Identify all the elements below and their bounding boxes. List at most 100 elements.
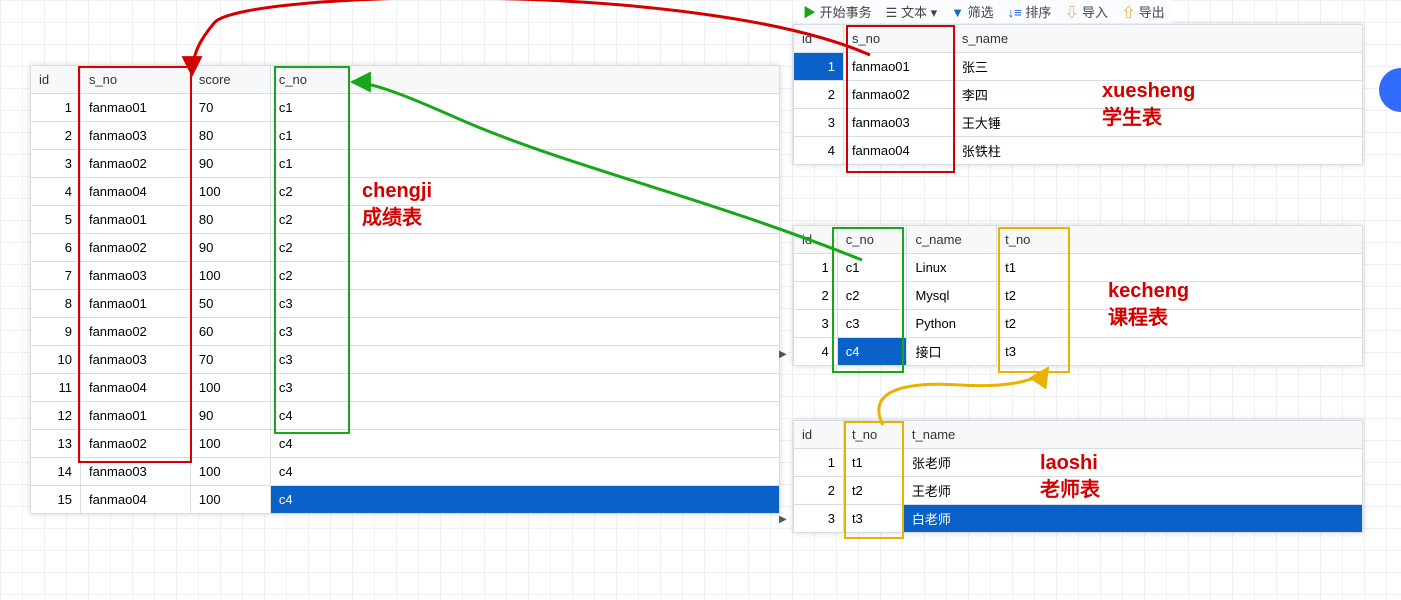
table-cell[interactable]: fanmao02 <box>80 234 190 262</box>
table-cell[interactable]: fanmao01 <box>843 53 953 81</box>
table-cell[interactable]: fanmao01 <box>80 206 190 234</box>
table-cell[interactable]: 2 <box>794 282 838 310</box>
table-cell[interactable]: 100 <box>190 430 270 458</box>
table-cell[interactable]: c2 <box>270 234 779 262</box>
table-cell[interactable]: Python <box>907 310 997 338</box>
table-cell[interactable]: 8 <box>31 290 81 318</box>
table-cell[interactable]: 3 <box>794 310 838 338</box>
table-cell[interactable]: c3 <box>270 318 779 346</box>
table-cell[interactable]: fanmao01 <box>80 94 190 122</box>
table-cell[interactable]: 10 <box>31 346 81 374</box>
table-cell[interactable]: 2 <box>31 122 81 150</box>
table-row[interactable]: 11fanmao04100c3 <box>31 374 780 402</box>
table-cell[interactable]: 15 <box>31 486 81 514</box>
table-cell[interactable]: 80 <box>190 206 270 234</box>
table-cell[interactable]: c3 <box>270 374 779 402</box>
table-cell[interactable]: fanmao03 <box>843 109 953 137</box>
table-cell[interactable]: 9 <box>31 318 81 346</box>
table-cell[interactable]: c4 <box>270 402 779 430</box>
table-cell[interactable]: 2 <box>794 81 844 109</box>
table-cell[interactable]: c2 <box>270 178 779 206</box>
column-header[interactable]: c_no <box>837 226 907 254</box>
table-cell[interactable]: Linux <box>907 254 997 282</box>
table-cell[interactable]: fanmao01 <box>80 402 190 430</box>
table-cell[interactable]: 4 <box>31 178 81 206</box>
table-cell[interactable]: t3 <box>843 505 903 533</box>
table-cell[interactable]: 王老师 <box>903 477 1362 505</box>
table-cell[interactable]: fanmao04 <box>80 178 190 206</box>
column-header[interactable]: s_name <box>953 25 1362 53</box>
column-header[interactable]: s_no <box>843 25 953 53</box>
column-header[interactable]: t_no <box>843 421 903 449</box>
table-cell[interactable]: c3 <box>270 290 779 318</box>
table-cell[interactable]: 1 <box>794 254 838 282</box>
table-cell[interactable]: 2 <box>794 477 844 505</box>
table-cell[interactable]: 5 <box>31 206 81 234</box>
table-cell[interactable]: 100 <box>190 262 270 290</box>
table-row[interactable]: 6fanmao0290c2 <box>31 234 780 262</box>
table-cell[interactable]: 11 <box>31 374 81 402</box>
table-cell[interactable]: 13 <box>31 430 81 458</box>
toolbar-export[interactable]: ⇧ 导出 <box>1122 2 1165 21</box>
table-row[interactable]: 12fanmao0190c4 <box>31 402 780 430</box>
table-cell[interactable]: 3 <box>794 505 844 533</box>
column-header[interactable]: id <box>794 25 844 53</box>
toolbar-filter[interactable]: ▼ 筛选 <box>951 2 994 21</box>
column-header[interactable]: c_no <box>270 66 779 94</box>
table-cell[interactable]: c3 <box>837 310 907 338</box>
column-header[interactable]: id <box>794 421 844 449</box>
table-row[interactable]: 1fanmao01张三 <box>794 53 1363 81</box>
table-cell[interactable]: c4 <box>837 338 907 366</box>
table-row[interactable]: 7fanmao03100c2 <box>31 262 780 290</box>
table-cell[interactable]: fanmao02 <box>843 81 953 109</box>
table-cell[interactable]: c2 <box>270 262 779 290</box>
table-cell[interactable]: c1 <box>270 94 779 122</box>
table-cell[interactable]: 张老师 <box>903 449 1362 477</box>
table-cell[interactable]: 100 <box>190 486 270 514</box>
table-row[interactable]: 1c1Linuxt1 <box>794 254 1363 282</box>
table-row[interactable]: 8fanmao0150c3 <box>31 290 780 318</box>
table-cell[interactable]: 1 <box>31 94 81 122</box>
table-cell[interactable]: 90 <box>190 402 270 430</box>
column-header[interactable]: c_name <box>907 226 997 254</box>
table-row[interactable]: 10fanmao0370c3 <box>31 346 780 374</box>
column-header[interactable]: s_no <box>80 66 190 94</box>
table-xuesheng[interactable]: ids_nos_name1fanmao01张三2fanmao02李四3fanma… <box>793 24 1363 165</box>
table-cell[interactable]: fanmao04 <box>843 137 953 165</box>
table-cell[interactable]: Mysql <box>907 282 997 310</box>
table-cell[interactable]: fanmao03 <box>80 458 190 486</box>
table-cell[interactable]: fanmao02 <box>80 318 190 346</box>
table-cell[interactable]: 3 <box>31 150 81 178</box>
table-cell[interactable]: c2 <box>270 206 779 234</box>
table-cell[interactable]: 3 <box>794 109 844 137</box>
table-cell[interactable]: t3 <box>997 338 1363 366</box>
table-cell[interactable]: c1 <box>270 150 779 178</box>
table-row[interactable]: 14fanmao03100c4 <box>31 458 780 486</box>
table-cell[interactable]: 60 <box>190 318 270 346</box>
table-cell[interactable]: 100 <box>190 458 270 486</box>
table-cell[interactable]: 张铁柱 <box>953 137 1362 165</box>
table-cell[interactable]: 张三 <box>953 53 1362 81</box>
table-cell[interactable]: fanmao02 <box>80 430 190 458</box>
table-cell[interactable]: 6 <box>31 234 81 262</box>
toolbar-import[interactable]: ⇩ 导入 <box>1065 2 1108 21</box>
table-cell[interactable]: c4 <box>270 430 779 458</box>
table-cell[interactable]: 14 <box>31 458 81 486</box>
table-row[interactable]: 3t3白老师 <box>794 505 1363 533</box>
table-cell[interactable]: t1 <box>843 449 903 477</box>
table-row[interactable]: 1fanmao0170c1 <box>31 94 780 122</box>
table-cell[interactable]: 80 <box>190 122 270 150</box>
table-cell[interactable]: 100 <box>190 374 270 402</box>
column-header[interactable]: t_no <box>997 226 1363 254</box>
table-row[interactable]: 2c2Mysqlt2 <box>794 282 1363 310</box>
table-cell[interactable]: 50 <box>190 290 270 318</box>
table-row[interactable]: 3fanmao03王大锤 <box>794 109 1363 137</box>
table-row[interactable]: 9fanmao0260c3 <box>31 318 780 346</box>
table-cell[interactable]: c2 <box>837 282 907 310</box>
table-cell[interactable]: 白老师 <box>903 505 1362 533</box>
table-cell[interactable]: 90 <box>190 234 270 262</box>
toolbar-start[interactable]: ▶ 开始事务 <box>803 2 872 21</box>
table-cell[interactable]: 1 <box>794 53 844 81</box>
table-cell[interactable]: c3 <box>270 346 779 374</box>
table-row[interactable]: 2fanmao02李四 <box>794 81 1363 109</box>
